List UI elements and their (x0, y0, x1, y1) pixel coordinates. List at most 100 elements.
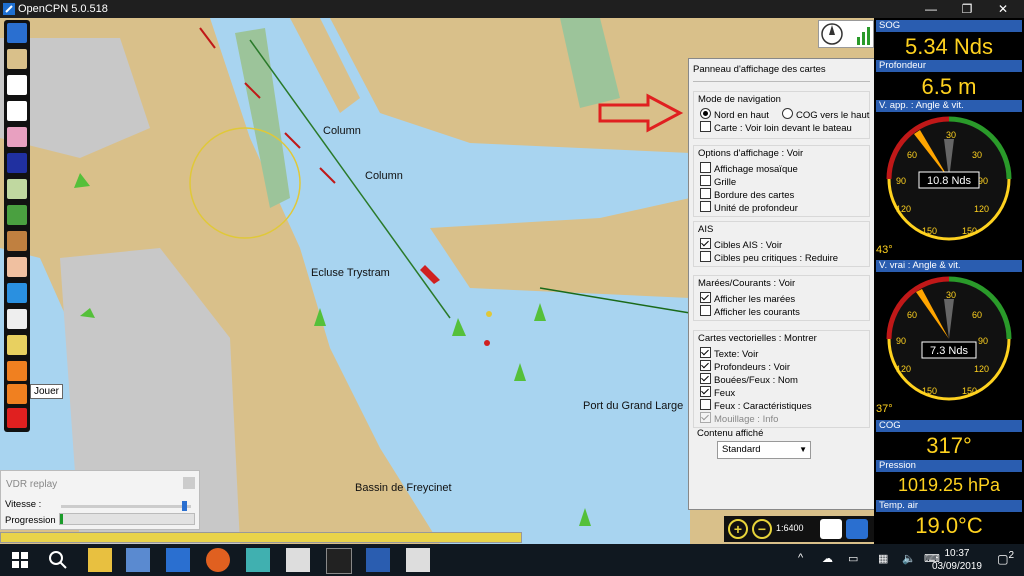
cog-label: COG (876, 420, 1022, 432)
app-icon-blue[interactable] (366, 548, 390, 572)
apparent-wind-label: V. app. : Angle & vit. (876, 100, 1022, 112)
soundings-checkbox[interactable]: Profondeurs : Voir (700, 360, 790, 374)
zoom-icon[interactable] (7, 231, 27, 251)
tick-label: 90 (978, 176, 988, 186)
top-right-status (818, 20, 874, 48)
chart-icon[interactable] (7, 153, 27, 173)
compass-icon[interactable] (819, 21, 873, 47)
track-icon[interactable] (7, 101, 27, 121)
zoom-out-icon[interactable]: − (752, 519, 772, 539)
chart-bar-icon[interactable] (820, 519, 842, 539)
mark-icon[interactable] (7, 127, 27, 147)
cloud-icon[interactable]: ☁ (822, 552, 833, 565)
tides-icon[interactable] (7, 179, 27, 199)
look-ahead-checkbox[interactable]: Carte : Voir loin devant le bateau (700, 121, 852, 135)
file-explorer-icon[interactable] (88, 548, 112, 572)
ais-group: AIS Cibles AIS : Voir Cibles peu critiqu… (693, 221, 870, 267)
windows-start-icon[interactable] (8, 548, 32, 572)
clock-date: 03/09/2019 (931, 561, 982, 572)
show-currents-checkbox[interactable]: Afficher les courants (700, 305, 800, 319)
vdr-speed-slider[interactable] (61, 501, 191, 511)
info-icon[interactable] (7, 257, 27, 277)
borders-checkbox[interactable]: Bordure des cartes (700, 188, 794, 202)
label-bassin: Bassin de Freycinet (355, 482, 452, 494)
air-temp-label: Temp. air (876, 500, 1022, 512)
cog-value: 317° (926, 433, 972, 458)
vdr-close-icon[interactable] (183, 477, 195, 489)
light-desc-checkbox[interactable]: Feux : Caractéristiques (700, 399, 812, 413)
menu-icon[interactable] (846, 519, 868, 539)
pencil-icon[interactable] (7, 335, 27, 355)
route-icon[interactable] (7, 75, 27, 95)
tick-label: 60 (972, 310, 982, 320)
content-select[interactable]: Standard ▼ (717, 441, 811, 459)
tick-label: 60 (907, 310, 917, 320)
content-select-value: Standard (722, 444, 761, 455)
tick-label: 120 (896, 364, 911, 374)
grid-checkbox[interactable]: Grille (700, 175, 736, 189)
label-column-2: Column (365, 170, 403, 182)
lights-checkbox[interactable]: Feux (700, 386, 735, 400)
show-tides-checkbox[interactable]: Afficher les marées (700, 292, 795, 306)
app-icon-cyan[interactable] (246, 548, 270, 572)
ais-heading: AIS (698, 224, 714, 235)
volume-icon[interactable]: 🔈 (902, 552, 916, 565)
network-status-icon[interactable]: ▦ (878, 552, 888, 565)
outlook-icon[interactable] (166, 548, 190, 572)
tick-label: 120 (974, 364, 989, 374)
north-up-radio[interactable]: Nord en haut (700, 108, 769, 122)
settings-icon[interactable] (7, 49, 27, 69)
slider-thumb[interactable] (182, 501, 188, 511)
cog-up-radio[interactable]: COG vers le haut (782, 108, 869, 122)
battery-icon[interactable]: ▭ (848, 552, 858, 565)
opencpn-taskbar-icon[interactable] (406, 548, 430, 572)
apparent-wind-speed: 10.8 Nds (927, 175, 972, 187)
sog-label: SOG (876, 20, 1022, 32)
progress-fill (60, 514, 63, 524)
tick-label: 30 (946, 130, 956, 140)
close-button[interactable]: ✕ (980, 0, 1024, 18)
record-icon[interactable] (7, 361, 27, 381)
network-icon[interactable] (126, 548, 150, 572)
nav-mode-group: Mode de navigation Nord en haut COG vers… (693, 91, 870, 139)
app-icon-white[interactable] (286, 548, 310, 572)
tooltip-play: Jouer (30, 384, 64, 399)
taskbar-clock[interactable]: 10:37 03/09/2019 (932, 547, 982, 573)
tick-label: 120 (896, 204, 911, 214)
tides-heading: Marées/Courants : Voir (698, 278, 796, 289)
notification-count: 2 (1008, 550, 1014, 561)
firefox-icon[interactable] (206, 548, 230, 572)
windows-taskbar: ^ ☁ ▭ ▦ 🔈 ⌨ 10:37 03/09/2019 ▢2 (0, 544, 1024, 576)
play-icon[interactable] (7, 384, 27, 404)
vdr-progress-bar[interactable] (59, 513, 195, 525)
tick-label: 90 (896, 176, 906, 186)
grid-icon[interactable] (7, 205, 27, 225)
panel-title: Panneau d'affichage des cartes (693, 64, 826, 75)
low-critical-checkbox[interactable]: Cibles peu critiques : Reduire (700, 251, 838, 265)
mosaic-checkbox[interactable]: Affichage mosaïque (700, 162, 798, 176)
pressure-label: Pression (876, 460, 1022, 472)
doc-icon[interactable] (7, 309, 27, 329)
zoom-in-icon[interactable]: + (728, 519, 748, 539)
anchorage-checkbox: Mouillage : Info (700, 412, 778, 426)
text-checkbox[interactable]: Texte: Voir (700, 347, 758, 361)
vdr-title: VDR replay (6, 479, 58, 490)
depth-unit-checkbox[interactable]: Unité de profondeur (700, 201, 798, 215)
menu-icon[interactable] (7, 23, 27, 43)
chevron-up-icon[interactable]: ^ (798, 552, 803, 564)
terminal-icon[interactable] (326, 548, 352, 574)
tick-label: 60 (907, 150, 917, 160)
vdr-replay-window: VDR replay Vitesse : Progression : (0, 470, 200, 530)
notification-icon[interactable]: ▢2 (997, 550, 1014, 566)
buoys-checkbox[interactable]: Bouées/Feux : Nom (700, 373, 798, 387)
main-toolbar (4, 20, 30, 432)
label-port: Port du Grand Large (583, 400, 684, 412)
rocket-icon[interactable] (7, 283, 27, 303)
search-icon[interactable] (46, 548, 70, 572)
lifebuoy-icon[interactable] (7, 408, 27, 428)
arrow-annotation-icon (598, 93, 684, 133)
vector-group: Cartes vectorielles : Montrer Texte: Voi… (693, 330, 870, 428)
tick-label: 30 (946, 290, 956, 300)
ais-targets-checkbox[interactable]: Cibles AIS : Voir (700, 238, 782, 252)
true-wind-angle: 37° (876, 403, 893, 415)
